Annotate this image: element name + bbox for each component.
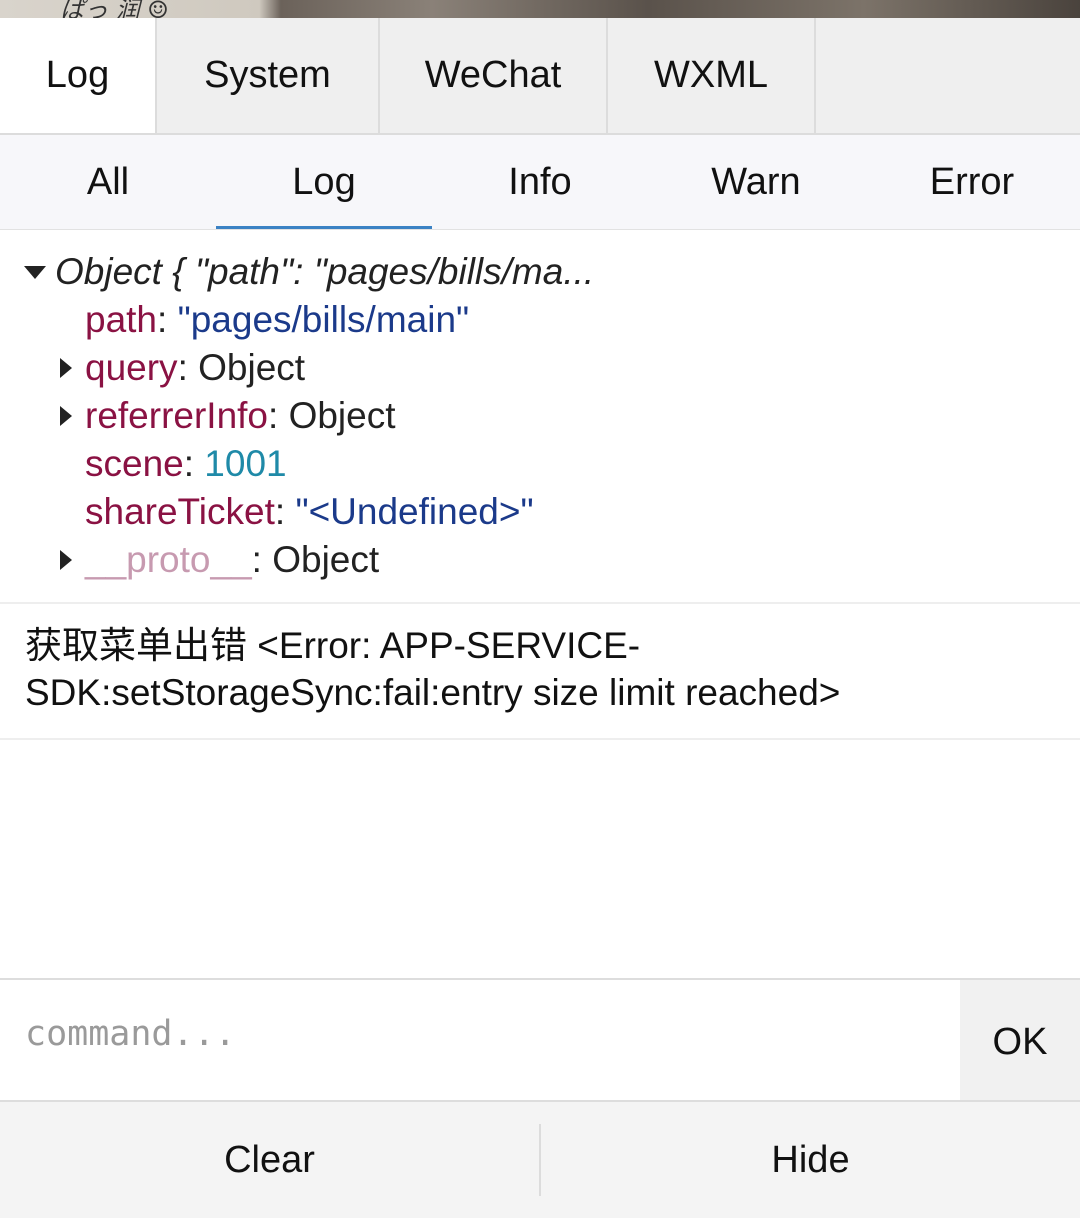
handwriting-doodle: ぱっ 润 ☺: [60, 0, 169, 18]
property-separator: :: [268, 395, 289, 436]
main-tab-bar: Log System WeChat WXML: [0, 18, 1080, 135]
footer-bar: Clear Hide: [0, 1102, 1080, 1218]
tab-wxml[interactable]: WXML: [608, 18, 816, 133]
property-value: Object: [198, 347, 306, 388]
log-filter-bar: All Log Info Warn Error: [0, 135, 1080, 230]
property-separator: :: [157, 299, 178, 340]
background-photo-strip: ぱっ 润 ☺: [0, 0, 1080, 18]
error-message: 获取菜单出错 <Error: APP-SERVICE-SDK:setStorag…: [25, 625, 841, 713]
property-row[interactable]: referrerInfo: Object: [0, 392, 1080, 440]
property-row[interactable]: __proto__: Object: [0, 536, 1080, 584]
property-separator: :: [183, 443, 205, 484]
expand-triangle-icon[interactable]: [60, 536, 72, 584]
property-row: scene: 1001: [0, 440, 1080, 488]
filter-error[interactable]: Error: [864, 135, 1080, 229]
property-value: "<Undefined>": [295, 491, 534, 532]
ok-button[interactable]: OK: [960, 980, 1080, 1100]
log-entry-error: 获取菜单出错 <Error: APP-SERVICE-SDK:setStorag…: [0, 604, 1080, 740]
property-value: 1001: [204, 443, 287, 484]
property-value: "pages/bills/main": [177, 299, 470, 340]
collapse-triangle-icon[interactable]: [24, 248, 46, 296]
filter-all[interactable]: All: [0, 135, 216, 229]
tab-wechat[interactable]: WeChat: [380, 18, 608, 133]
property-value: Object: [288, 395, 396, 436]
property-key: shareTicket: [85, 491, 275, 532]
command-bar: OK: [0, 978, 1080, 1102]
property-separator: :: [177, 347, 199, 388]
object-summary-row[interactable]: Object { "path": "pages/bills/ma...: [0, 248, 1080, 296]
clear-button[interactable]: Clear: [0, 1102, 539, 1218]
object-summary-text: Object { "path": "pages/bills/ma...: [55, 251, 595, 292]
log-panel: Object { "path": "pages/bills/ma... path…: [0, 230, 1080, 978]
property-row: path: "pages/bills/main": [0, 296, 1080, 344]
property-key: path: [85, 299, 158, 340]
command-input[interactable]: [0, 980, 960, 1100]
property-key: scene: [85, 443, 184, 484]
tab-system[interactable]: System: [157, 18, 380, 133]
property-key: referrerInfo: [85, 395, 269, 436]
property-key: query: [85, 347, 178, 388]
tab-log[interactable]: Log: [0, 18, 157, 133]
property-separator: :: [251, 539, 273, 580]
expand-triangle-icon[interactable]: [60, 392, 72, 440]
filter-info[interactable]: Info: [432, 135, 648, 229]
property-row: shareTicket: "<Undefined>": [0, 488, 1080, 536]
property-value: Object: [272, 539, 380, 580]
property-separator: :: [274, 491, 296, 532]
filter-warn[interactable]: Warn: [648, 135, 864, 229]
log-entry-object: Object { "path": "pages/bills/ma... path…: [0, 230, 1080, 604]
property-row[interactable]: query: Object: [0, 344, 1080, 392]
hide-button[interactable]: Hide: [541, 1102, 1080, 1218]
filter-log[interactable]: Log: [216, 135, 432, 229]
expand-triangle-icon[interactable]: [60, 344, 72, 392]
property-key: __proto__: [85, 539, 252, 580]
